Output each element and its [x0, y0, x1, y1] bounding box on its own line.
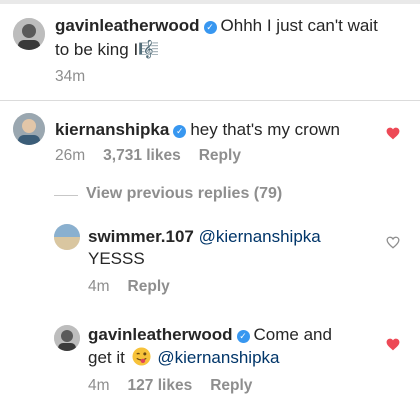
- comment-body: YESSS: [88, 249, 145, 268]
- username-link[interactable]: gavinleatherwood: [55, 16, 200, 35]
- comment-body: Ohhh I just can't wait: [220, 16, 378, 35]
- comment-body: get it: [88, 348, 125, 367]
- mention-link[interactable]: @kiernanshipka: [199, 227, 321, 246]
- heart-icon[interactable]: [386, 338, 400, 351]
- timestamp: 26m: [55, 147, 86, 164]
- timestamp: 34m: [55, 68, 86, 85]
- replies-indent-line: [54, 195, 78, 196]
- avatar[interactable]: [54, 224, 80, 250]
- view-previous-replies-link[interactable]: View previous replies (79): [86, 185, 282, 203]
- reply-text-continued: get it @kiernanshipka: [88, 346, 279, 370]
- reply-button[interactable]: Reply: [210, 377, 252, 394]
- timestamp: 4m: [88, 377, 110, 394]
- comment-meta: 34m: [55, 68, 103, 86]
- comment-text: gavinleatherwood ✓ Ohhh I just can't wait: [55, 14, 378, 38]
- reply-text-continued: YESSS: [88, 247, 145, 271]
- comment-body: Come and: [253, 325, 332, 344]
- verified-badge-icon: ✓: [173, 125, 187, 138]
- username-link[interactable]: gavinleatherwood: [88, 325, 233, 344]
- comment-meta: 4m Reply: [88, 278, 188, 296]
- heart-icon[interactable]: [386, 127, 400, 140]
- avatar[interactable]: [13, 113, 45, 145]
- timestamp: 4m: [88, 278, 110, 295]
- divider: [0, 100, 420, 101]
- top-edge: [0, 0, 420, 4]
- username-link[interactable]: kiernanshipka: [55, 120, 169, 139]
- avatar[interactable]: [54, 325, 80, 351]
- reply-button[interactable]: Reply: [199, 147, 241, 164]
- comment-body: to be king I: [55, 40, 139, 59]
- avatar[interactable]: [13, 18, 45, 50]
- username-link[interactable]: swimmer.107: [88, 227, 194, 246]
- heart-icon[interactable]: [386, 236, 400, 249]
- reply-button[interactable]: Reply: [128, 278, 170, 295]
- comment-text-continued: to be king I🎼: [55, 38, 159, 62]
- likes-count[interactable]: 3,731 likes: [103, 147, 181, 164]
- comment-body: hey that's my crown: [190, 120, 341, 139]
- reply-text: gavinleatherwood ✓ Come and: [88, 323, 332, 347]
- likes-count[interactable]: 127 likes: [128, 377, 193, 394]
- winking-tongue-emoji: [132, 347, 151, 366]
- music-note-icon: 🎼: [138, 40, 160, 60]
- verified-badge-icon: ✓: [203, 21, 217, 34]
- verified-badge-icon: ✓: [236, 330, 250, 343]
- comment-meta: 4m 127 likes Reply: [88, 377, 270, 395]
- comment-text: kiernanshipka ✓ hey that's my crown: [55, 118, 340, 142]
- comment-meta: 26m 3,731 likes Reply: [55, 147, 259, 165]
- reply-text: swimmer.107 @kiernanshipka: [88, 225, 321, 249]
- mention-link[interactable]: @kiernanshipka: [157, 348, 279, 367]
